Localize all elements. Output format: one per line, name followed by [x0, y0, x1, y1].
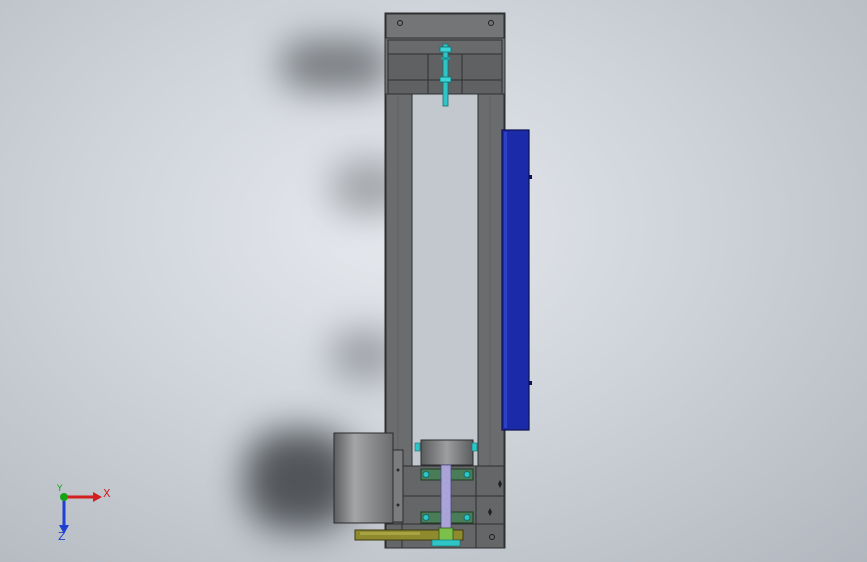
triad-z-label: Z [58, 530, 66, 543]
top-cap-plate [385, 13, 505, 39]
triad-y-label: Y [57, 484, 63, 494]
coordinate-triad [59, 492, 102, 534]
left-rail [385, 93, 413, 471]
roller-drum[interactable] [333, 432, 404, 524]
main-shaft [440, 464, 452, 536]
cad-model[interactable] [0, 0, 867, 562]
control-panel[interactable] [501, 129, 532, 431]
graphics-viewport[interactable]: X Y Z [0, 0, 867, 562]
triad-x-label: X [103, 487, 111, 500]
frame-window [412, 94, 478, 466]
right-rail [477, 93, 505, 471]
